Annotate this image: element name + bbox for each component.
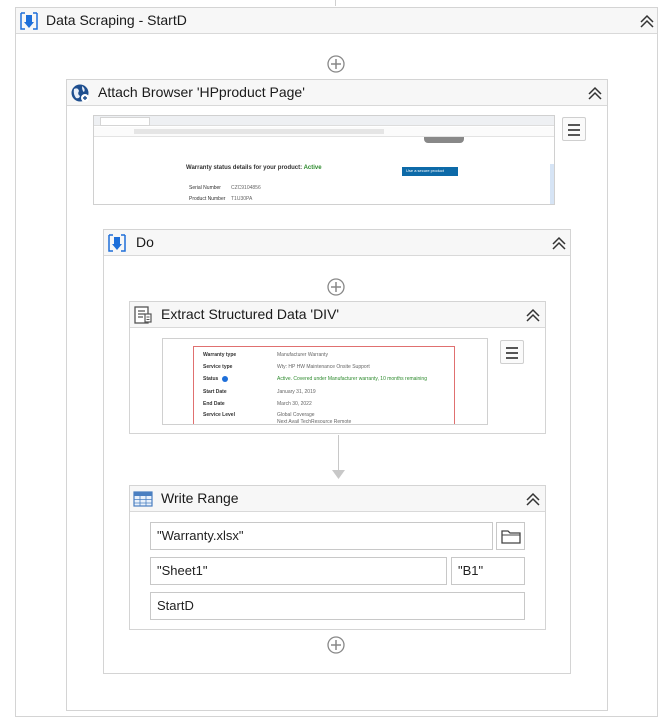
extract-row-label: Warranty type (203, 352, 237, 358)
add-activity-button[interactable] (327, 55, 345, 73)
data-table-field[interactable]: StartD (150, 592, 525, 620)
extract-row-value: Wty: HP HW Maintenance Onsite Support (277, 364, 370, 370)
extract-row-label: End Date (203, 401, 225, 407)
sequence-icon (108, 234, 126, 252)
extract-data-icon (134, 306, 152, 324)
sequence-icon (20, 12, 38, 30)
browser-tab (100, 117, 150, 126)
preview-row-value: CZC9104856 (231, 185, 261, 191)
extract-row-value: Global Coverage (277, 412, 315, 418)
extract-screenshot-preview: Warranty type Manufacturer Warranty Serv… (162, 338, 488, 425)
extract-row-value: Active. Covered under Manufacturer warra… (277, 376, 427, 382)
attach-browser-title: Attach Browser 'HPproduct Page' (98, 84, 305, 100)
globe-icon (71, 84, 89, 102)
do-title: Do (136, 234, 154, 250)
extract-title: Extract Structured Data 'DIV' (161, 306, 340, 322)
collapse-chevron-icon[interactable] (524, 492, 542, 506)
extract-row-label: Start Date (203, 389, 227, 395)
preview-row-label: Serial Number (189, 185, 221, 191)
extract-menu-button[interactable] (500, 340, 524, 364)
preview-scrollbar (550, 164, 554, 204)
extract-row-label: Service type (203, 364, 233, 370)
preview-row-value: T1U30PA (231, 196, 253, 202)
flow-connector (338, 435, 339, 473)
laptop-image (424, 137, 464, 143)
sheet-name-field[interactable]: "Sheet1" (150, 557, 447, 585)
attach-menu-button[interactable] (562, 117, 586, 141)
do-header[interactable] (104, 230, 570, 256)
workbook-path-field[interactable]: "Warranty.xlsx" (150, 522, 493, 550)
top-connector (335, 0, 336, 6)
folder-icon (501, 530, 521, 544)
arrow-down-icon (332, 470, 345, 479)
extract-row-value: Manufacturer Warranty (277, 352, 328, 358)
starting-cell-field[interactable]: "B1" (451, 557, 525, 585)
secure-product-button: Use a secure product (402, 167, 458, 176)
extract-row-value: March 30, 2022 (277, 401, 312, 407)
extract-row-value: Next Avail TechResource Remote (277, 419, 352, 425)
info-icon (222, 376, 228, 382)
warranty-heading: Warranty status details for your product… (186, 165, 322, 171)
add-activity-button[interactable] (327, 278, 345, 296)
extract-row-label: Status (203, 376, 219, 382)
excel-table-icon (133, 491, 153, 507)
browser-tab-strip (94, 116, 554, 126)
collapse-chevron-icon[interactable] (524, 308, 542, 322)
collapse-chevron-icon[interactable] (586, 86, 604, 100)
collapse-chevron-icon[interactable] (638, 14, 656, 28)
extract-row-label: Service Level (203, 412, 235, 418)
data-scraping-title: Data Scraping - StartD (46, 12, 187, 28)
preview-row-label: Product Number (189, 196, 226, 202)
write-range-title: Write Range (161, 490, 239, 506)
browser-screenshot-preview: Warranty status details for your product… (93, 115, 555, 205)
collapse-chevron-icon[interactable] (550, 236, 568, 250)
add-activity-button[interactable] (327, 636, 345, 654)
browse-file-button[interactable] (496, 522, 525, 550)
extract-row-value: January 31, 2019 (277, 389, 316, 395)
url-text (134, 129, 384, 134)
